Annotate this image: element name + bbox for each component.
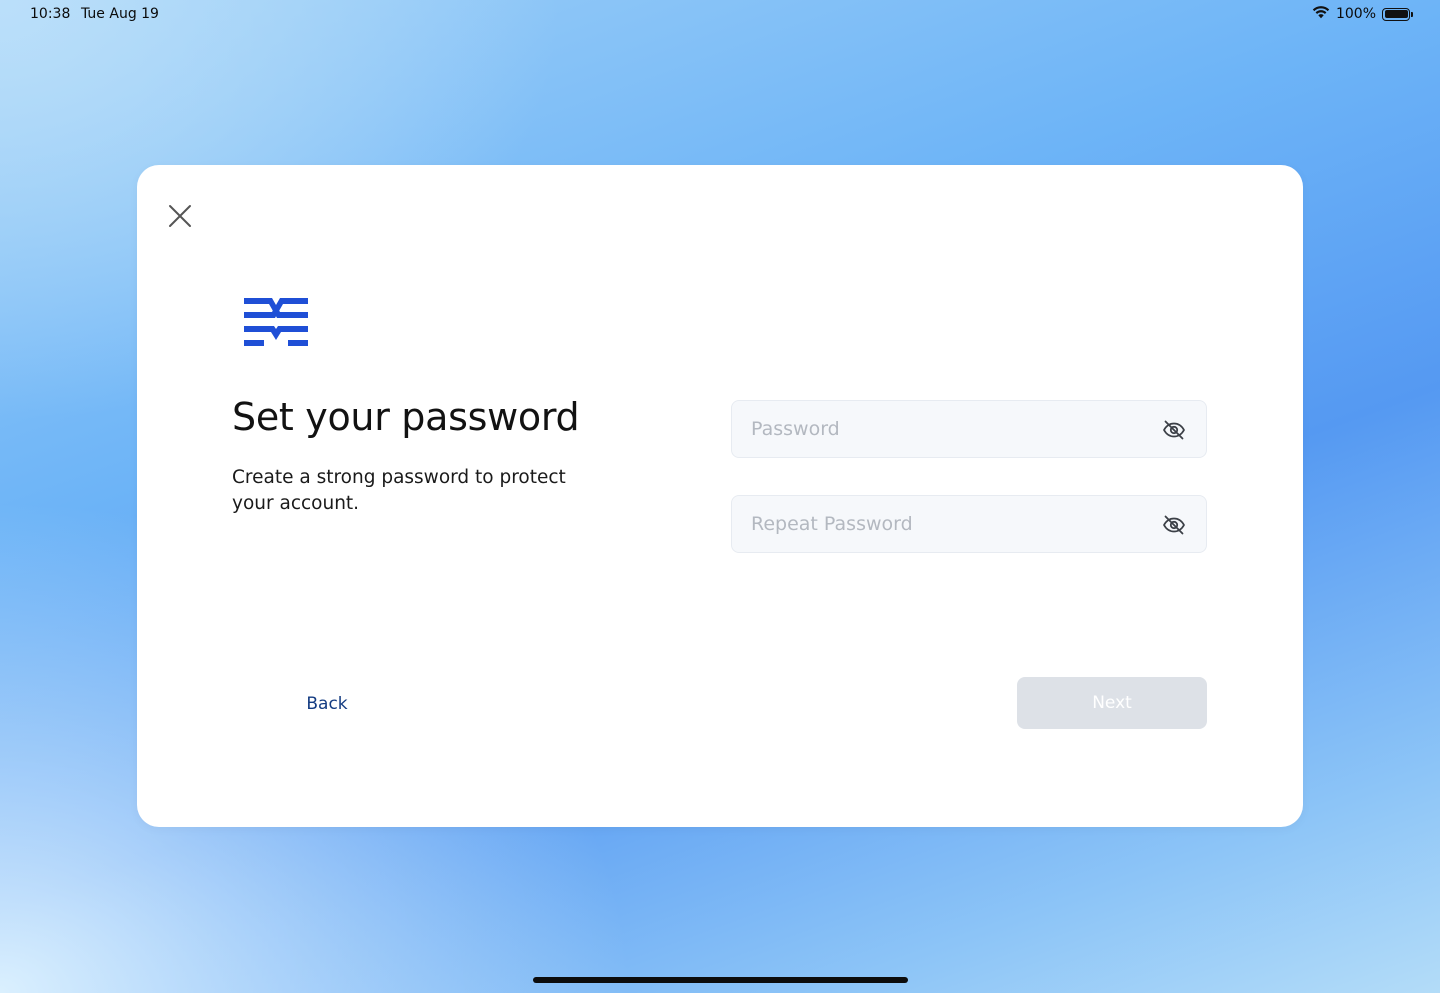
brand-logo — [244, 298, 308, 346]
password-input[interactable] — [732, 401, 1206, 457]
page-title: Set your password — [232, 395, 580, 439]
set-password-dialog: Set your password Create a strong passwo… — [137, 165, 1303, 827]
toggle-repeat-password-visibility-button[interactable] — [1162, 513, 1186, 537]
status-indicators: 100% — [1312, 5, 1413, 23]
eye-off-icon — [1163, 420, 1185, 440]
repeat-password-input[interactable] — [732, 496, 1206, 552]
battery-icon — [1382, 7, 1413, 21]
close-button[interactable] — [165, 201, 195, 231]
page-subtitle: Create a strong password to protect your… — [232, 467, 566, 514]
status-time: 10:38 — [30, 6, 71, 22]
back-button[interactable]: Back — [287, 689, 367, 719]
password-field — [731, 400, 1207, 458]
battery-percent: 100% — [1335, 6, 1376, 22]
status-bar: 10:38 Tue Aug 19 100% — [0, 0, 1440, 30]
close-icon — [169, 205, 191, 227]
toggle-password-visibility-button[interactable] — [1162, 418, 1186, 442]
status-date: Tue Aug 19 — [81, 6, 159, 22]
eye-off-icon — [1163, 515, 1185, 535]
repeat-password-field — [731, 495, 1207, 553]
home-indicator — [533, 977, 908, 983]
next-button[interactable]: Next — [1017, 677, 1207, 729]
wifi-icon — [1312, 5, 1330, 23]
